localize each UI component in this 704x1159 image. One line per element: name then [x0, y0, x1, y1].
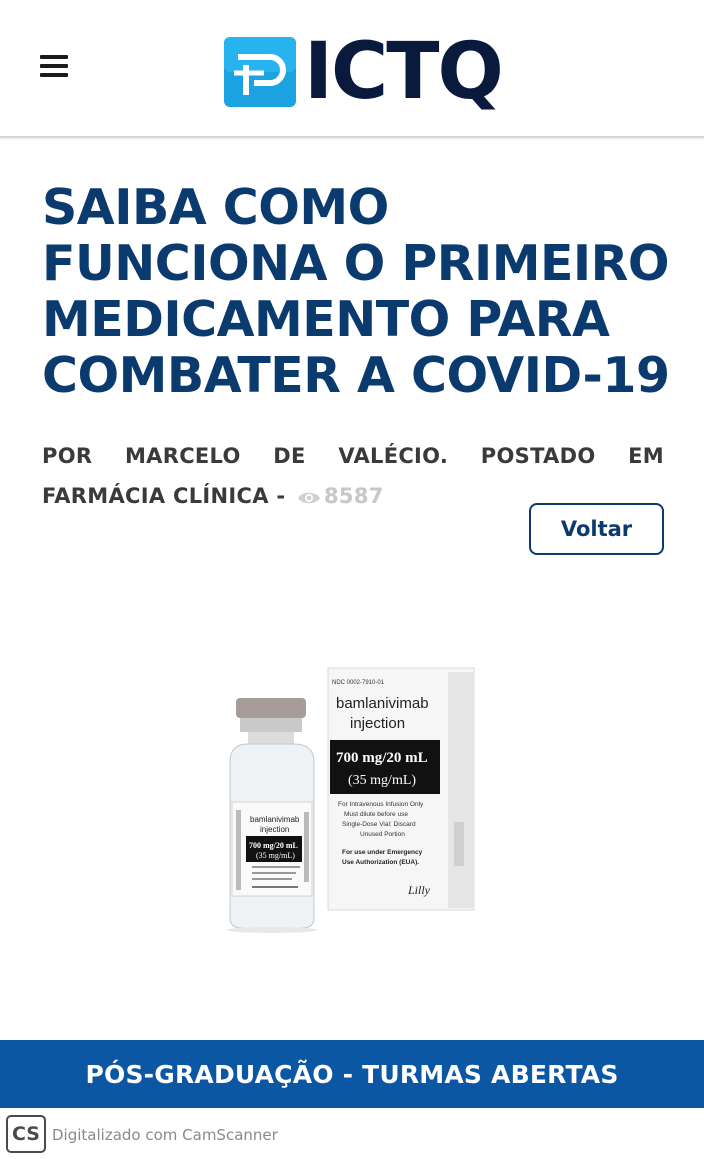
box-ndc: NDC 0002-7910-01: [332, 680, 385, 686]
site-logo[interactable]: ICTQ: [224, 27, 504, 117]
box-brand: Lilly: [407, 883, 431, 897]
views-number: 8587: [324, 484, 384, 508]
logo-text: ICTQ: [304, 27, 504, 117]
box-eua-2: Use Authorization (EUA).: [342, 859, 419, 866]
site-header: ICTQ: [0, 0, 704, 138]
eye-icon: [298, 492, 321, 504]
camscanner-logo-icon: CS: [6, 1115, 46, 1153]
box-name-2: injection: [350, 715, 405, 732]
postgrad-banner[interactable]: PÓS-GRADUAÇÃO - TURMAS ABERTAS: [0, 1040, 704, 1108]
vial-name-2: injection: [260, 825, 289, 834]
box-name-1: bamlanivimab: [336, 695, 429, 712]
box-info-1: For Intravenous Infusion Only: [338, 801, 424, 808]
pharmacy-logo-icon: [224, 37, 296, 107]
view-count: 8587: [293, 484, 384, 508]
box-info-4: Unused Portion: [360, 831, 405, 838]
box-dose: 700 mg/20 mL: [336, 750, 428, 766]
watermark-text: Digitalizado com CamScanner: [52, 1126, 278, 1144]
box-eua-1: For use under Emergency: [342, 849, 423, 856]
vial-dose: 700 mg/20 mL: [249, 841, 298, 850]
vial-conc: (35 mg/mL): [256, 851, 295, 860]
product-image: NDC 0002-7910-01 bamlanivimab injection …: [226, 667, 475, 933]
box-info-2: Must dilute before use: [344, 811, 408, 818]
vial-name-1: bamlanivimab: [250, 815, 300, 824]
back-button[interactable]: Voltar: [529, 503, 664, 555]
hamburger-menu-icon[interactable]: [40, 55, 68, 79]
article-title: SAIBA COMO FUNCIONA O PRIMEIRO MEDICAMEN…: [42, 179, 670, 404]
scanner-watermark: CS Digitalizado com CamScanner: [0, 1108, 704, 1159]
box-conc: (35 mg/mL): [348, 773, 416, 788]
box-info-3: Single-Dose Vial: Discard: [342, 821, 416, 828]
